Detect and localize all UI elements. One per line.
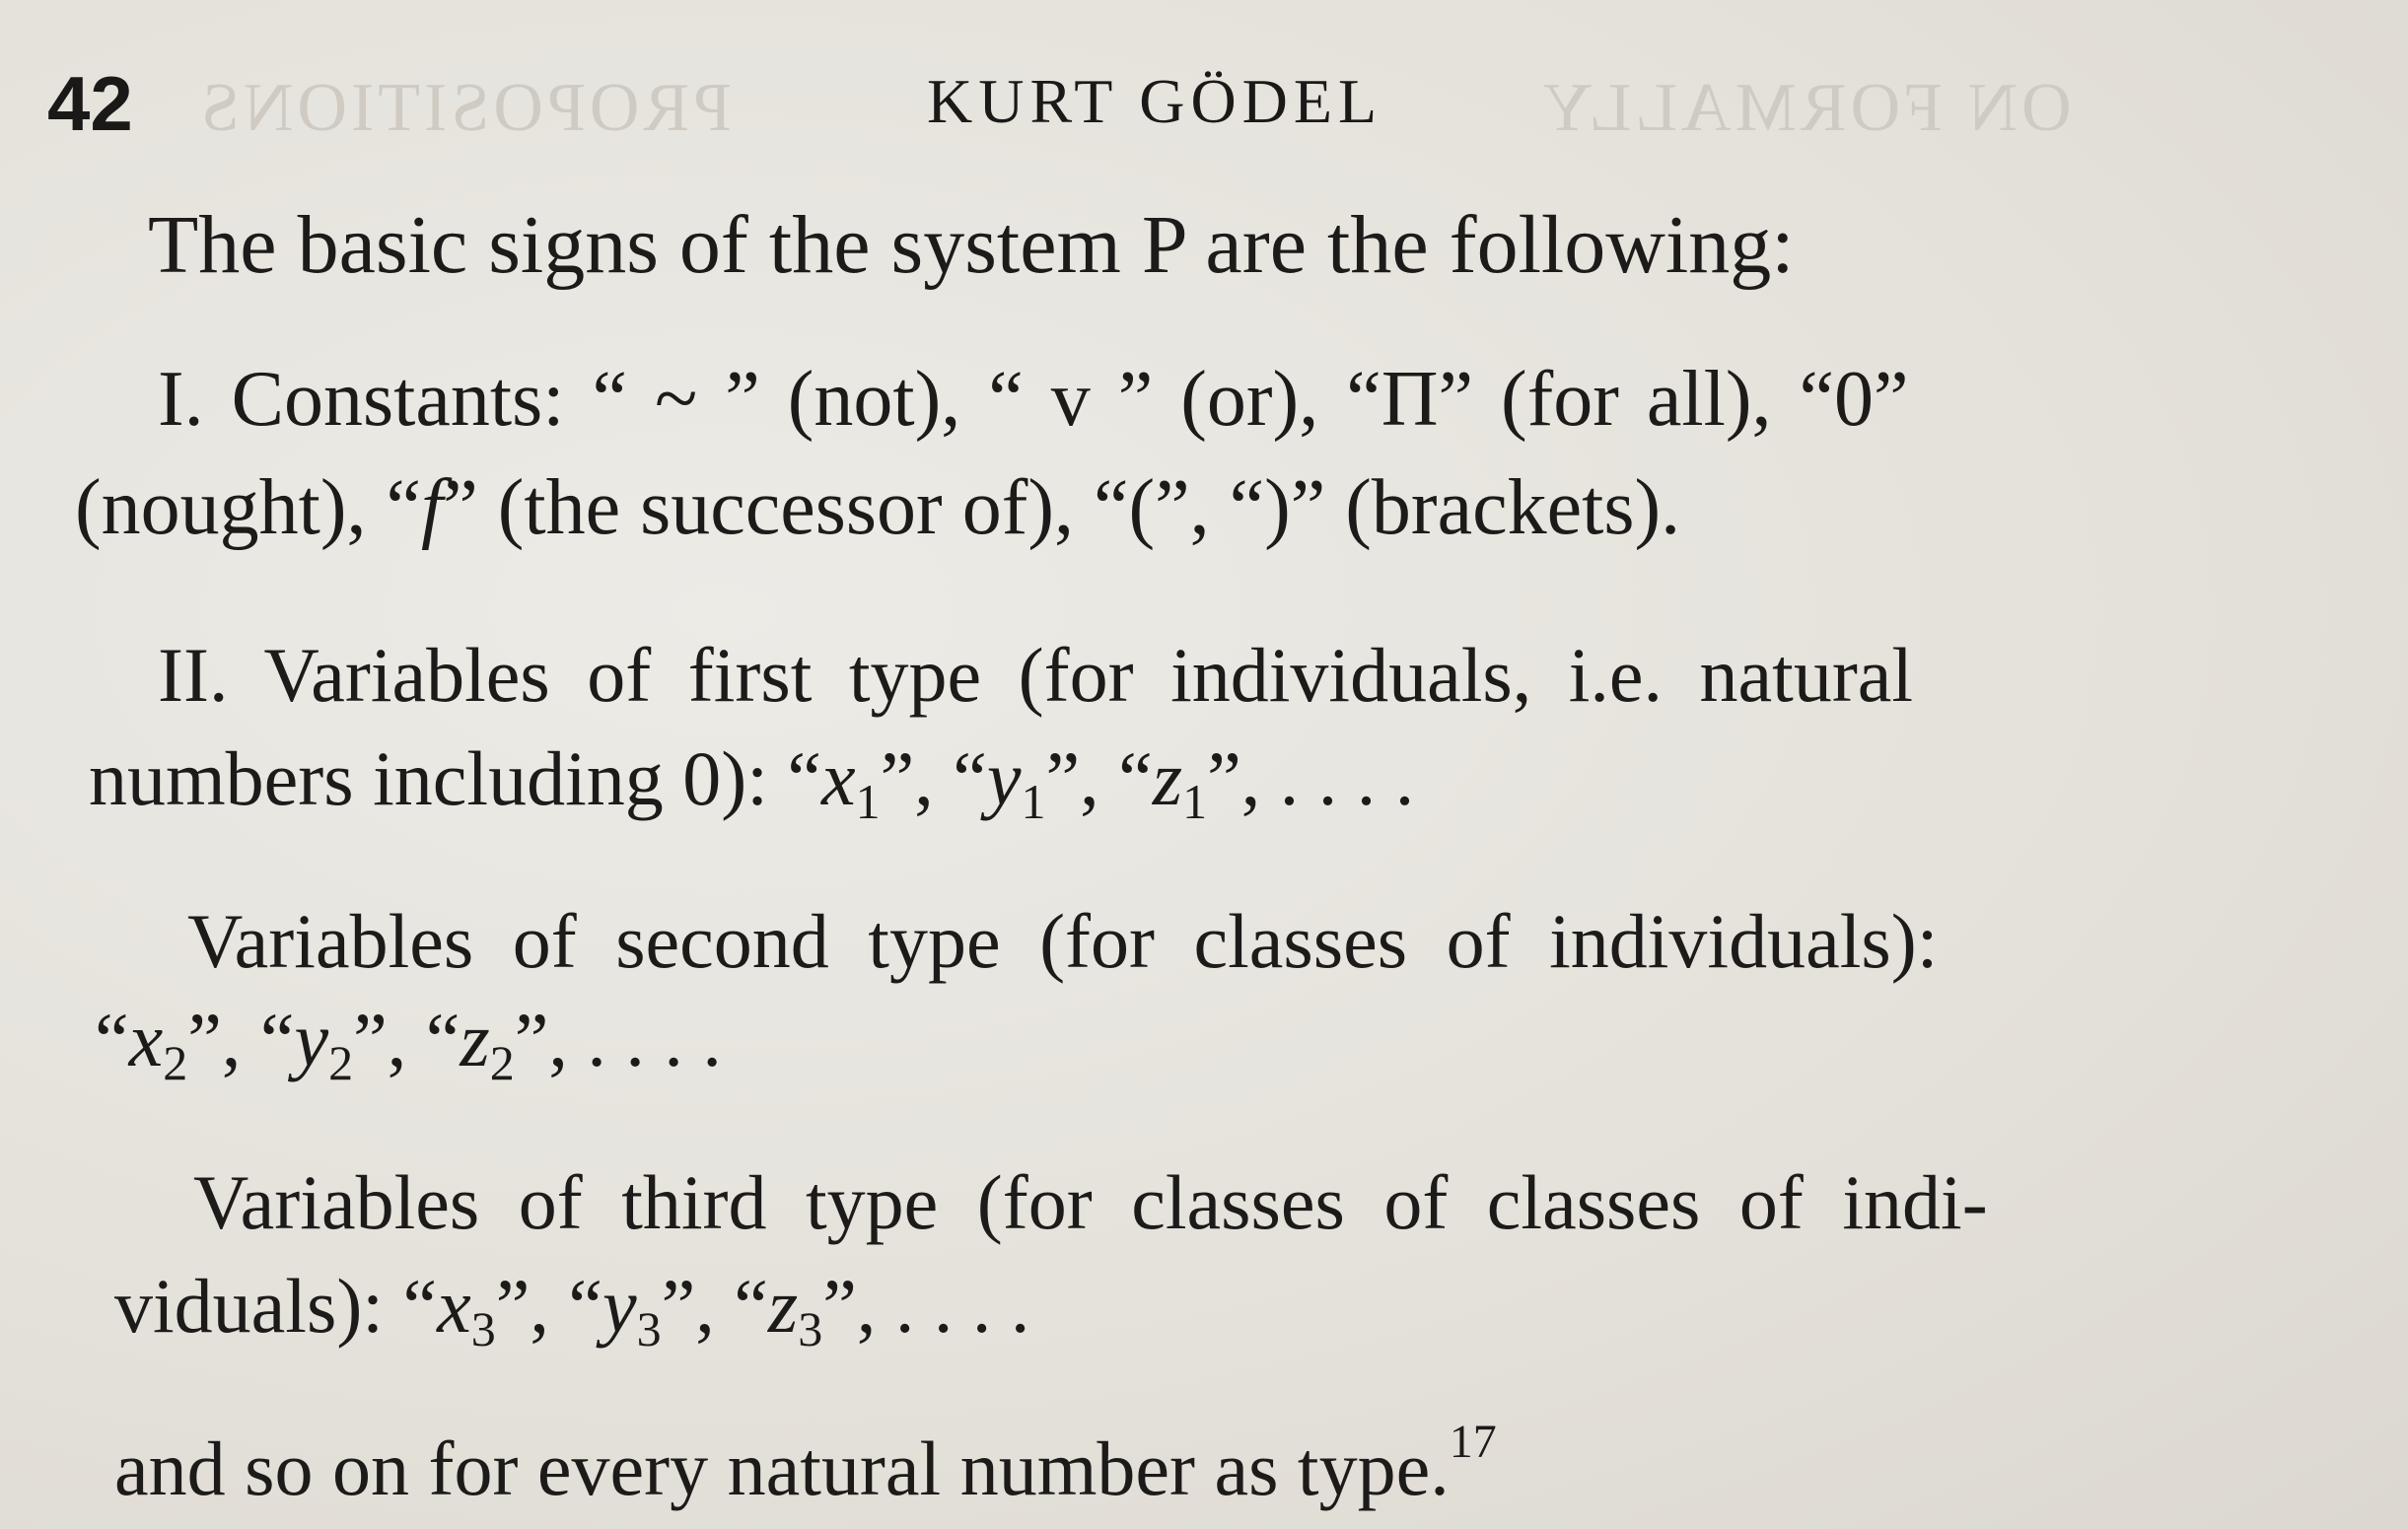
variable-subscript: 3 [470,1301,496,1356]
footnote-ref: 17 [1449,1416,1497,1468]
second-type-line-2: “x2”, “y2”, “z2”, . . . . [95,996,722,1090]
second-type-vars: “x2”, “y2”, “z2” [95,997,549,1090]
first-type-line-2: numbers including 0): “x1”, “y1”, “z1”, … [89,734,1415,829]
closing-line: and so on for every natural number as ty… [114,1415,1497,1513]
first-type-line-1: II. Variables of first type (for individ… [158,632,1914,718]
first-type-prefix: numbers including 0): [89,735,788,821]
second-type-line-1: Variables of second type (for classes of… [187,898,1939,984]
variable-subscript: 3 [636,1301,662,1356]
second-type-ellipsis: , . . . . [548,997,722,1082]
first-type-vars: “x1”, “y1”, “z1” [787,735,1241,829]
first-type-ellipsis: , . . . . [1240,735,1415,821]
variable-subscript: 1 [1021,774,1046,829]
bleed-through-right: ON FORMALLY [1538,70,2072,146]
variable-subscript: 3 [798,1301,823,1356]
page-number: 42 [47,60,133,147]
variable-symbol: z [460,997,490,1082]
constants-text-a: (nought), “ [75,464,422,551]
variable-symbol: y [294,997,329,1082]
constants-line-1: I. Constants: “ ~ ” (not), “ v ” (or), “… [158,356,1909,443]
variable-symbol: z [1152,735,1183,821]
variable-symbol: x [128,997,164,1082]
bleed-through-left: PROPOSITIONS [197,70,732,146]
variable-subscript: 2 [328,1035,354,1090]
third-type-line-1: Variables of third type (for classes of … [193,1159,1988,1245]
third-type-line-2: viduals): “x3”, “y3”, “z3”, . . . . [114,1262,1030,1356]
third-type-ellipsis: , . . . . [856,1263,1030,1349]
variable-symbol: y [602,1263,637,1349]
variable-symbol: z [767,1263,799,1349]
variable-subscript: 1 [1182,774,1208,829]
third-type-prefix: viduals): [114,1263,403,1349]
variable-symbol: x [437,1263,471,1349]
third-type-vars: “x3”, “y3”, “z3” [402,1263,857,1356]
running-head: KURT GÖDEL [927,66,1383,136]
variable-symbol: x [821,735,856,821]
variable-subscript: 2 [163,1035,188,1090]
variable-symbol: y [986,735,1022,821]
successor-symbol: f [421,464,444,551]
variable-subscript: 2 [489,1035,515,1090]
variable-subscript: 1 [855,774,881,829]
constants-text-b: ” (the successor of), “(”, “)” (brackets… [443,464,1681,551]
closing-text: and so on for every natural number as ty… [114,1425,1450,1511]
constants-line-2: (nought), “f” (the successor of), “(”, “… [75,463,1680,553]
intro-line: The basic signs of the system P are the … [148,199,1795,291]
